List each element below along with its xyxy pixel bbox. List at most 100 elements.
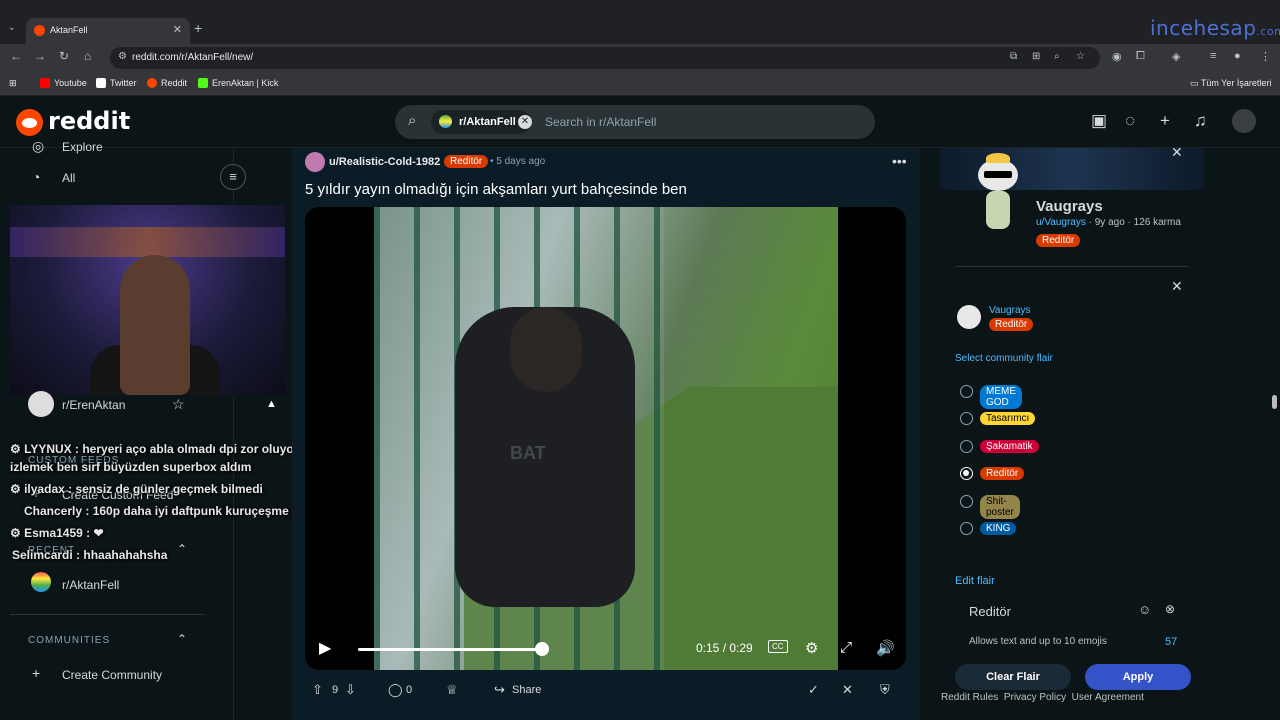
approve-check-icon[interactable]: ✓ (808, 682, 819, 698)
reload-icon[interactable]: ↻ (59, 49, 69, 63)
reading-list-icon[interactable]: ≡ (1210, 50, 1216, 62)
settings-gear-icon[interactable]: ⚙ (805, 639, 818, 657)
mod-shield-icon[interactable]: ⛨ (880, 682, 890, 698)
more-options-icon[interactable]: ••• (892, 153, 907, 169)
favorite-star-icon[interactable]: ☆ (172, 396, 185, 413)
edit-flair-input[interactable]: Reditör ☺ ⊗ (955, 596, 1189, 626)
profile-display-name[interactable]: Vaugrays (1036, 198, 1103, 215)
share-icon[interactable]: ↪ (494, 682, 505, 698)
extensions-puzzle-icon[interactable]: ⧠ (1136, 50, 1145, 63)
bookmark-star-icon[interactable]: ☆ (1076, 51, 1085, 62)
post-title[interactable]: 5 yıldır yayın olmadığı için akşamları y… (305, 181, 687, 198)
flair-radio[interactable] (960, 522, 973, 535)
comment-icon[interactable]: ◯ (388, 682, 403, 698)
chat-message: ⚙ LYYNUX : heryeri aço abla olmadı dpi z… (10, 442, 299, 456)
post-author-avatar[interactable] (305, 152, 325, 172)
footer-link-privacy[interactable]: Privacy Policy (1004, 692, 1066, 703)
upvote-icon[interactable]: ⇧ (312, 682, 323, 698)
downvote-icon[interactable]: ⇩ (345, 682, 356, 698)
sidebar-item-all[interactable]: All (62, 171, 75, 185)
tab-close-icon[interactable]: ✕ (173, 23, 182, 36)
flair-radio-selected[interactable] (960, 467, 973, 480)
translate-icon[interactable]: ⊞ (1032, 51, 1040, 62)
chevron-up-icon[interactable]: ⌃ (177, 542, 187, 556)
flair-user-avatar (957, 305, 981, 329)
clear-flair-button[interactable]: Clear Flair (955, 664, 1071, 690)
video-scrubber-handle[interactable] (535, 642, 549, 656)
comment-count: 0 (406, 684, 413, 696)
captions-icon[interactable]: CC (768, 640, 788, 653)
create-community-link[interactable]: Create Community (62, 668, 162, 682)
flair-radio[interactable] (960, 440, 973, 453)
install-icon[interactable]: ⧉ (1010, 51, 1017, 62)
video-player[interactable]: BAT ▶ 0:15 / 0:29 CC ⚙ ⤢ 🔊 (305, 207, 906, 670)
browser-tab[interactable]: AktanFell ✕ (26, 18, 190, 44)
collapse-menu-button[interactable]: ≡ (220, 164, 246, 190)
video-controls: ▶ 0:15 / 0:29 CC ⚙ ⤢ 🔊 (305, 627, 906, 670)
bookmark-youtube[interactable]: Youtube (40, 78, 87, 88)
advertise-icon[interactable]: ▣ (1091, 111, 1107, 131)
forward-icon[interactable]: → (34, 49, 46, 63)
fullscreen-icon[interactable]: ⤢ (840, 639, 852, 656)
chip-remove-icon[interactable]: ✕ (518, 115, 532, 129)
close-flair-editor-icon[interactable]: ✕ (1171, 278, 1183, 295)
search-input[interactable]: ⌕ r/AktanFell ✕ Search in r/AktanFell (395, 105, 875, 139)
search-community-chip[interactable]: r/AktanFell ✕ (431, 110, 532, 134)
video-progress-bar[interactable] (358, 648, 542, 651)
plus-icon: + (32, 665, 41, 681)
chat-icon[interactable]: ◌ (1125, 111, 1135, 131)
footer-link-agreement[interactable]: User Agreement (1072, 692, 1144, 703)
sidebar-item-erenaktan[interactable]: r/ErenAktan (62, 398, 125, 412)
apply-button[interactable]: Apply (1085, 664, 1191, 690)
profile-username[interactable]: u/Vaugrays (1036, 217, 1086, 228)
chrome-menu-icon[interactable]: ⋮ (1260, 50, 1271, 63)
remove-x-icon[interactable]: ✕ (842, 682, 853, 698)
home-icon[interactable]: ⌂ (84, 49, 91, 63)
close-profile-icon[interactable]: ✕ (1171, 144, 1183, 161)
incognito-icon[interactable]: ◈ (1172, 50, 1180, 63)
tab-search-icon[interactable]: ⌄ (8, 22, 16, 33)
bookmark-twitter[interactable]: Twitter (96, 78, 137, 88)
play-icon[interactable]: ▶ (319, 638, 331, 658)
communities-heading[interactable]: COMMUNITIES (28, 635, 110, 646)
chevron-up-icon[interactable]: ⌃ (177, 632, 187, 646)
bookmark-kick[interactable]: ErenAktan | Kick (198, 78, 278, 88)
sidebar-item-explore[interactable]: Explore (62, 140, 103, 154)
reddit-logo-icon[interactable] (16, 109, 43, 136)
url-bar[interactable]: ⚙ reddit.com/r/AktanFell/new/ ⧉ ⊞ ⌕ ☆ (110, 47, 1100, 69)
flair-radio[interactable] (960, 385, 973, 398)
profile-icon[interactable]: ● (1234, 50, 1241, 62)
footer-link-rules[interactable]: Reddit Rules (941, 692, 998, 703)
create-post-icon[interactable]: + (1160, 111, 1170, 131)
page-scrollbar[interactable] (1272, 395, 1277, 409)
chat-message: Selimcardi : hhaahahahsha (12, 548, 168, 562)
post-author[interactable]: u/Realistic-Cold-1982 (329, 156, 440, 168)
apps-grid-icon[interactable]: ⊞ (9, 78, 17, 89)
user-avatar[interactable] (1232, 109, 1256, 133)
back-icon[interactable]: ← (10, 49, 22, 63)
youtube-icon (40, 78, 50, 88)
notifications-bell-icon[interactable]: ♫ (1194, 111, 1207, 131)
flair-radio[interactable] (960, 412, 973, 425)
reddit-logo-text[interactable]: reddit (48, 107, 130, 135)
share-button[interactable]: Share (512, 684, 541, 696)
emoji-icon[interactable]: ☺ (1138, 602, 1151, 617)
search-placeholder: Search in r/AktanFell (545, 115, 657, 129)
all-bookmarks-folder[interactable]: ▭ Tüm Yer İşaretleri (1190, 78, 1271, 89)
zoom-icon[interactable]: ⌕ (1054, 51, 1060, 62)
vote-count: 9 (332, 684, 339, 696)
volume-icon[interactable]: 🔊 (876, 639, 895, 657)
sidebar-item-aktanfell[interactable]: r/AktanFell (62, 578, 119, 592)
flair-radio[interactable] (960, 495, 973, 508)
webcam-person (120, 255, 190, 395)
snoo-avatar (974, 153, 1022, 233)
award-icon[interactable]: ♕ (446, 682, 458, 698)
flair-username[interactable]: Vaugrays (989, 305, 1031, 316)
new-tab-icon[interactable]: + (194, 20, 202, 36)
snoo-hat (986, 153, 1010, 163)
site-info-icon[interactable]: ⚙ (118, 51, 127, 62)
extension-icon[interactable]: ◉ (1112, 50, 1122, 63)
bookmark-reddit[interactable]: Reddit (147, 78, 187, 88)
clear-input-icon[interactable]: ⊗ (1165, 602, 1175, 616)
tab-title: AktanFell (50, 25, 88, 35)
